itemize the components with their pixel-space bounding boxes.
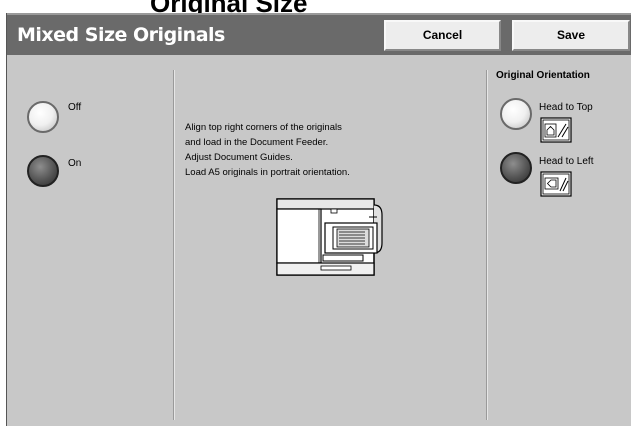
head-to-top-icon — [540, 117, 572, 143]
instruction-text: Align top right corners of the originals… — [185, 120, 350, 180]
instruction-line: and load in the Document Feeder. — [185, 137, 329, 148]
head-to-top-radio-button[interactable] — [500, 98, 532, 130]
divider-left — [173, 70, 175, 420]
head-to-left-label: Head to Left — [539, 156, 594, 167]
title-bar: Mixed Size Originals Cancel Save — [7, 13, 631, 55]
page-title: Mixed Size Originals — [17, 24, 225, 46]
on-radio-button[interactable] — [27, 155, 59, 187]
original-orientation-title: Original Orientation — [496, 70, 590, 81]
cancel-button[interactable]: Cancel — [384, 20, 501, 51]
document-feeder-illustration — [276, 198, 383, 276]
instruction-line: Load A5 originals in portrait orientatio… — [185, 167, 350, 178]
head-to-top-label: Head to Top — [539, 102, 593, 113]
save-button[interactable]: Save — [512, 20, 630, 51]
off-label: Off — [68, 102, 82, 113]
on-label: On — [68, 158, 82, 169]
instruction-line: Align top right corners of the originals — [185, 122, 342, 133]
instruction-line: Adjust Document Guides. — [185, 152, 293, 163]
head-to-left-icon — [540, 171, 572, 197]
off-radio-button[interactable] — [27, 101, 59, 133]
divider-right — [486, 70, 488, 420]
head-to-left-radio-button[interactable] — [500, 152, 532, 184]
mixed-size-originals-panel: Mixed Size Originals Cancel Save Off On … — [6, 13, 631, 426]
